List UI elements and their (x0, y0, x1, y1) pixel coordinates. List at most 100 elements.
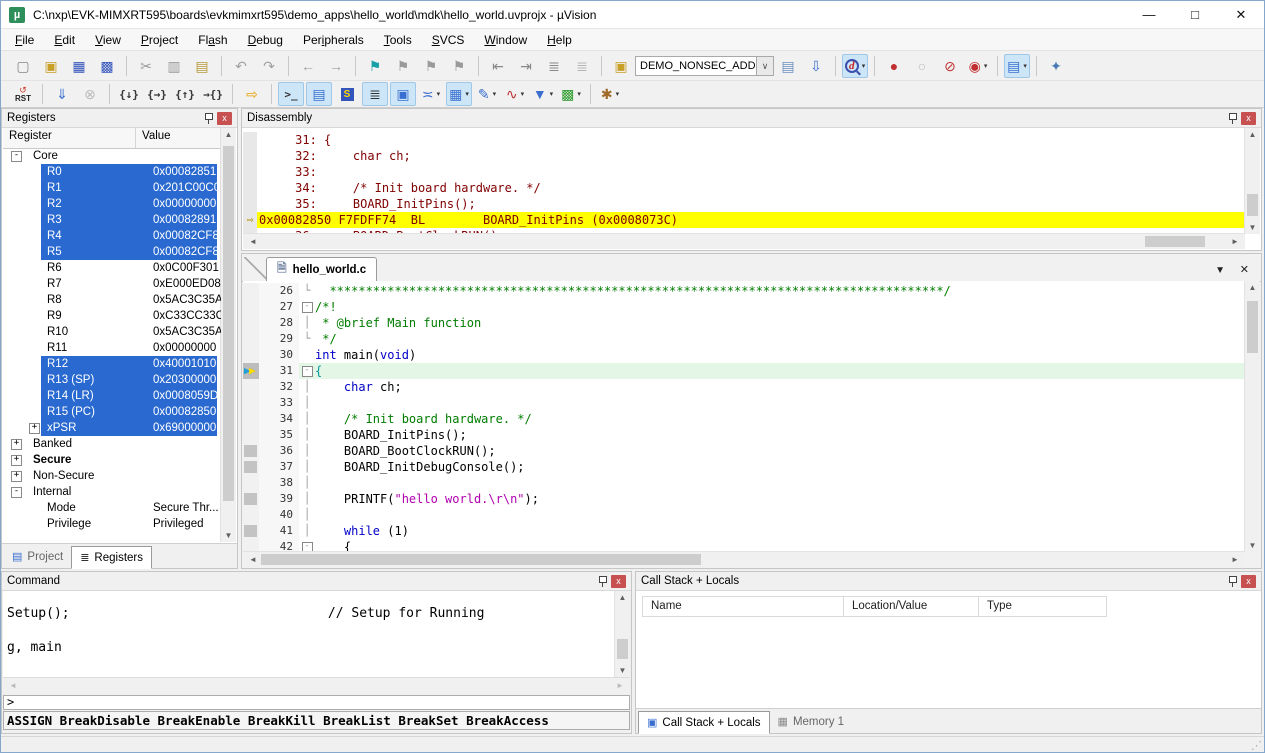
scroll-down-icon[interactable]: ▼ (615, 666, 630, 675)
kill-all-breakpoints-button[interactable]: ⊘ (937, 54, 963, 78)
undo-button[interactable]: ↶ (228, 54, 254, 78)
code-editor-content[interactable]: 26└ ************************************… (243, 281, 1245, 552)
minimize-button[interactable]: — (1126, 1, 1172, 29)
command-output[interactable]: Setup(); // Setup for Runningg, main (3, 591, 630, 678)
bookmark-previous-button[interactable]: ⚑ (390, 54, 416, 78)
registers-vscrollbar-thumb[interactable] (223, 146, 234, 501)
fold-collapse-icon[interactable]: - (299, 299, 315, 315)
editor-margin[interactable]: ▶▶ (243, 363, 259, 379)
symbol-window-button[interactable]: S (334, 82, 360, 106)
close-button[interactable]: ✕ (1218, 1, 1264, 29)
copy-button[interactable]: ▥ (161, 54, 187, 78)
menu-debug[interactable]: Debug (238, 29, 293, 51)
menu-flash[interactable]: Flash (188, 29, 237, 51)
disassembly-window-button[interactable]: ▤ (306, 82, 332, 106)
register-row[interactable]: R15 (PC)0x00082850 (3, 404, 221, 420)
scroll-up-icon[interactable]: ▲ (221, 130, 236, 139)
menu-tools[interactable]: Tools (374, 29, 422, 51)
manage-target-button[interactable]: ▤ (775, 54, 801, 78)
new-file-button[interactable]: ▢ (10, 54, 36, 78)
run-button[interactable]: ⇓ (49, 82, 75, 106)
register-row[interactable]: -Internal (3, 484, 221, 500)
editor-margin[interactable] (243, 379, 259, 395)
command-window-button[interactable]: >_ (278, 82, 304, 106)
navigate-back-button[interactable]: ← (295, 54, 321, 78)
menu-window[interactable]: Window (474, 29, 537, 51)
close-icon[interactable]: x (611, 575, 626, 588)
redo-button[interactable]: ↷ (256, 54, 282, 78)
register-row[interactable]: R90xC33CC33C (3, 308, 221, 324)
fold-box-icon[interactable]: - (302, 302, 313, 313)
register-row[interactable]: +Banked (3, 436, 221, 452)
editor-margin[interactable] (243, 283, 259, 299)
register-row[interactable]: +Non-Secure (3, 468, 221, 484)
register-row[interactable]: R13 (SP)0x20300000 (3, 372, 221, 388)
editor-margin[interactable] (243, 491, 259, 507)
editor-hscrollbar-thumb[interactable] (261, 554, 701, 565)
collapse-icon[interactable]: - (11, 151, 22, 162)
scroll-right-icon[interactable]: ► (1227, 234, 1243, 249)
disassembly-hscrollbar[interactable]: ◄ ► (243, 233, 1245, 249)
register-row[interactable]: R40x00082CF8 (3, 228, 221, 244)
debug-toolbox-button[interactable]: ✱▾ (597, 82, 623, 106)
target-select-combo[interactable]: DEMO_NONSEC_ADDRES (635, 56, 757, 76)
bookmark-clear-all-button[interactable]: ⚑ (446, 54, 472, 78)
reset-cpu-button[interactable]: ↺RST (10, 82, 36, 106)
editor-margin[interactable] (243, 427, 259, 443)
scroll-down-icon[interactable]: ▼ (1245, 541, 1260, 550)
register-row[interactable]: R80x5AC3C35A (3, 292, 221, 308)
expand-icon[interactable]: + (11, 439, 22, 450)
step-out-button[interactable]: {↑} (172, 82, 198, 106)
download-to-flash-button[interactable]: ⇩ (803, 54, 829, 78)
close-icon[interactable]: x (217, 112, 232, 125)
register-row[interactable]: R14 (LR)0x0008059D (3, 388, 221, 404)
pin-icon[interactable] (598, 576, 608, 587)
scroll-right-icon[interactable]: ► (612, 678, 628, 693)
watch-window-button[interactable]: ≍▾ (418, 82, 444, 106)
register-row[interactable]: R100x5AC3C35A (3, 324, 221, 340)
editor-margin[interactable] (243, 443, 259, 459)
expand-icon[interactable]: + (29, 423, 40, 434)
register-row[interactable]: R30x00082891 (3, 212, 221, 228)
paste-button[interactable]: ▤ (189, 54, 215, 78)
pin-icon[interactable] (204, 113, 214, 124)
step-into-button[interactable]: {↓} (116, 82, 142, 106)
stop-button[interactable]: ⊗ (77, 82, 103, 106)
editor-margin[interactable] (243, 315, 259, 331)
cut-button[interactable]: ✂ (133, 54, 159, 78)
editor-margin[interactable] (243, 507, 259, 523)
target-select-dropdown-icon[interactable]: ∨ (756, 56, 774, 76)
tab-registers[interactable]: ≣Registers (71, 546, 152, 569)
tab-project[interactable]: ▤Project (4, 546, 71, 567)
menu-edit[interactable]: Edit (44, 29, 85, 51)
toggle-breakpoint-button[interactable]: ● (881, 54, 907, 78)
memory-window-button[interactable]: ▦▾ (446, 82, 472, 106)
register-row[interactable]: R10x201C00C0 (3, 180, 221, 196)
system-viewer-button[interactable]: ▩▾ (558, 82, 584, 106)
location-column-label[interactable]: Location/Value (844, 596, 979, 617)
editor-margin[interactable] (243, 331, 259, 347)
fold-box-icon[interactable]: - (302, 366, 313, 377)
enable-disable-breakpoint-button[interactable]: ○ (909, 54, 935, 78)
register-row[interactable]: R20x00000000 (3, 196, 221, 212)
editor-margin[interactable] (243, 395, 259, 411)
close-icon[interactable]: x (1241, 112, 1256, 125)
pin-icon[interactable] (1228, 113, 1238, 124)
scroll-down-icon[interactable]: ▼ (221, 531, 236, 540)
disassembly-hscrollbar-thumb[interactable] (1145, 236, 1205, 247)
show-next-statement-button[interactable]: ⇨ (239, 82, 265, 106)
editor-margin[interactable] (243, 411, 259, 427)
serial-window-button[interactable]: ✎▾ (474, 82, 500, 106)
scroll-up-icon[interactable]: ▲ (615, 593, 630, 602)
menu-file[interactable]: File (5, 29, 44, 51)
menu-project[interactable]: Project (131, 29, 188, 51)
editor-margin[interactable] (243, 459, 259, 475)
expand-icon[interactable]: + (11, 471, 22, 482)
register-row[interactable]: PrivilegePrivileged (3, 516, 221, 532)
editor-margin[interactable] (243, 299, 259, 315)
register-row[interactable]: R00x00082851 (3, 164, 221, 180)
register-row[interactable]: R60x0C00F301 (3, 260, 221, 276)
registers-vscrollbar[interactable]: ▲ ▼ (220, 128, 236, 542)
register-column-label[interactable]: Register (3, 128, 136, 148)
options-for-target-button[interactable]: ▣ (608, 54, 634, 78)
